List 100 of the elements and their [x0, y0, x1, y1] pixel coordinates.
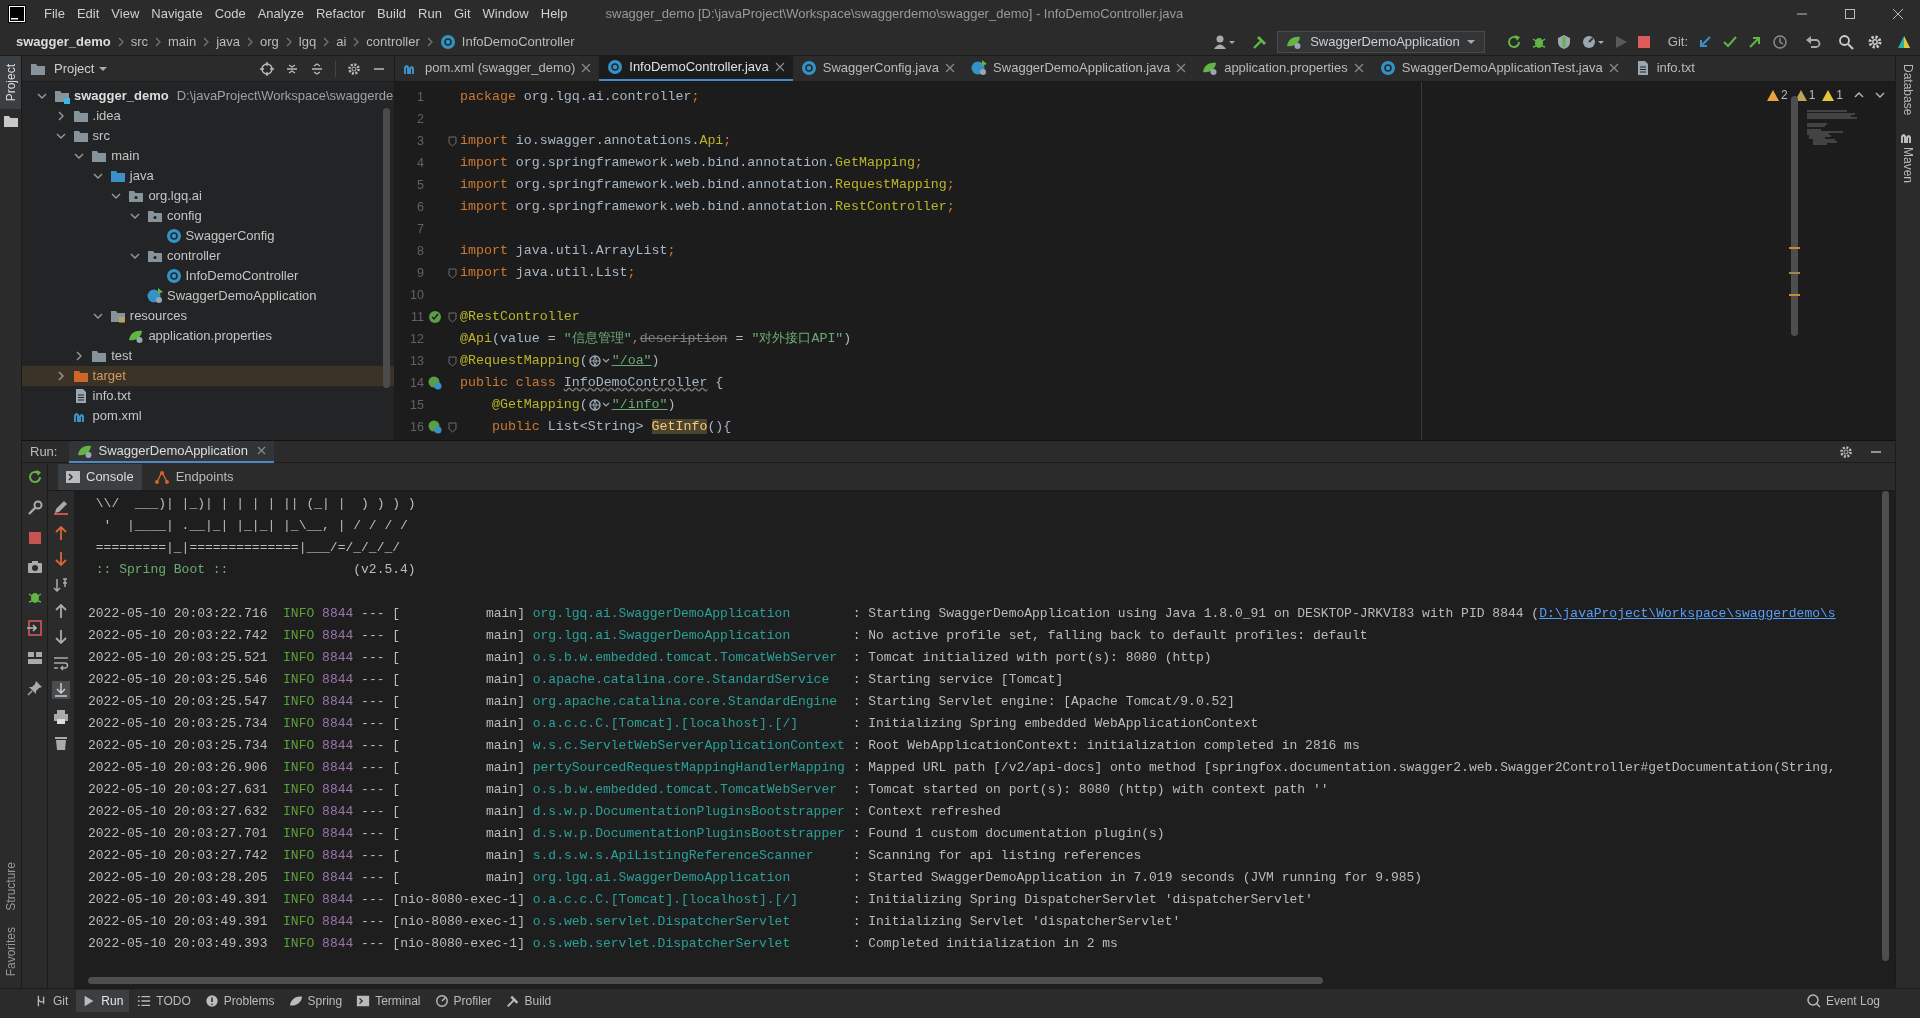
- fold-marker-icon[interactable]: [447, 267, 457, 279]
- scrollbar[interactable]: [383, 108, 390, 388]
- tree-row[interactable]: config: [22, 206, 394, 226]
- breadcrumb[interactable]: InfoDemoController: [461, 31, 575, 52]
- breadcrumb[interactable]: main: [168, 31, 197, 52]
- print-icon[interactable]: [53, 709, 69, 725]
- scrollbar[interactable]: [1791, 96, 1798, 336]
- tree-row[interactable]: src: [22, 126, 394, 146]
- layout-icon[interactable]: [26, 651, 43, 665]
- tool-window-tab[interactable]: Structure: [0, 853, 21, 919]
- menu-item[interactable]: Analyze: [251, 4, 310, 24]
- stop-icon[interactable]: [1636, 34, 1651, 49]
- down-arrow-icon[interactable]: [54, 551, 68, 567]
- scroll-to-end-icon[interactable]: [52, 681, 70, 699]
- warning-counter[interactable]: 1: [1822, 86, 1843, 104]
- menu-item[interactable]: Window: [476, 4, 535, 24]
- up-arrow-icon[interactable]: [54, 603, 68, 619]
- up-arrow-icon[interactable]: [54, 525, 68, 541]
- undo-icon[interactable]: [1805, 33, 1821, 50]
- tool-window-tab[interactable]: Database: [1899, 64, 1917, 116]
- bean-gutter-icon[interactable]: [428, 310, 442, 324]
- tree-row[interactable]: main: [22, 146, 394, 166]
- sort-icon[interactable]: [53, 577, 69, 593]
- tree-row[interactable]: .idea: [22, 106, 394, 126]
- fold-marker-icon[interactable]: [447, 355, 457, 367]
- close-icon[interactable]: [581, 63, 592, 73]
- maximize-icon[interactable]: [1844, 8, 1856, 20]
- folder-icon[interactable]: [2, 113, 19, 130]
- tree-row[interactable]: SwaggerConfig: [22, 226, 394, 246]
- down-chevron-icon[interactable]: [1875, 90, 1885, 100]
- fold-marker-icon[interactable]: [447, 311, 457, 323]
- profiler-icon[interactable]: [1580, 33, 1605, 50]
- trash-icon[interactable]: [54, 735, 68, 751]
- globe-dropdown-icon[interactable]: [588, 398, 611, 412]
- settings-icon[interactable]: [347, 61, 361, 76]
- run-tab[interactable]: SwaggerDemoApplication: [69, 440, 275, 463]
- tool-window-button[interactable]: TODO: [131, 989, 197, 1012]
- tool-window-button[interactable]: Spring: [282, 989, 349, 1012]
- menu-item[interactable]: Build: [371, 4, 412, 24]
- pencil-icon[interactable]: [53, 499, 69, 515]
- camera-icon[interactable]: [26, 560, 43, 574]
- tree-row[interactable]: info.txt: [22, 386, 394, 406]
- rerun-icon[interactable]: [26, 469, 43, 485]
- exit-icon[interactable]: [26, 620, 43, 636]
- close-icon[interactable]: [1608, 63, 1619, 73]
- tree-row[interactable]: test: [22, 346, 394, 366]
- breadcrumb[interactable]: ai: [336, 31, 347, 52]
- project-view-dropdown[interactable]: Project: [54, 58, 109, 79]
- up-chevron-icon[interactable]: [1854, 90, 1864, 100]
- menu-item[interactable]: Code: [208, 4, 252, 24]
- tool-window-button[interactable]: Git: [28, 989, 75, 1012]
- editor-tab[interactable]: InfoDemoController.java: [599, 55, 793, 81]
- editor-tab[interactable]: pom.xml (swagger_demo): [395, 55, 600, 81]
- stop-icon[interactable]: [27, 531, 42, 545]
- fold-marker-icon[interactable]: [447, 421, 457, 433]
- close-icon[interactable]: [1176, 63, 1187, 73]
- expand-all-icon[interactable]: [310, 61, 324, 76]
- editor-tab[interactable]: info.txt: [1626, 55, 1703, 81]
- fold-marker-icon[interactable]: [447, 135, 457, 147]
- menu-item[interactable]: File: [38, 4, 71, 24]
- rerun-icon[interactable]: [1505, 33, 1522, 50]
- breadcrumb[interactable]: src: [130, 31, 148, 52]
- tool-window-button[interactable]: Problems: [198, 989, 281, 1012]
- breadcrumb[interactable]: org: [260, 31, 279, 52]
- tool-window-tab[interactable]: Maven: [1899, 147, 1917, 184]
- close-icon[interactable]: [1892, 8, 1904, 20]
- down-arrow-icon[interactable]: [54, 629, 68, 645]
- tool-window-tab[interactable]: Favorites: [0, 918, 21, 984]
- tool-window-button[interactable]: Profiler: [428, 989, 498, 1012]
- menu-item[interactable]: Run: [412, 4, 448, 24]
- wrench-icon[interactable]: [26, 500, 43, 516]
- tool-window-button[interactable]: Terminal: [350, 989, 427, 1012]
- close-icon[interactable]: [257, 446, 267, 455]
- tree-row[interactable]: pom.xml: [22, 406, 394, 426]
- tool-window-tab[interactable]: Project: [0, 56, 21, 110]
- tree-row[interactable]: org.lgq.ai: [22, 186, 394, 206]
- settings-icon[interactable]: [1867, 33, 1883, 50]
- history-clock-icon[interactable]: [1772, 33, 1788, 50]
- editor-tab[interactable]: SwaggerConfig.java: [792, 55, 964, 81]
- close-icon[interactable]: [1353, 63, 1364, 73]
- tree-row[interactable]: java: [22, 166, 394, 186]
- tree-row[interactable]: controller: [22, 246, 394, 266]
- tree-row[interactable]: swagger_demo D:\javaProject\Workspace\swaggerde: [22, 86, 394, 106]
- tree-row[interactable]: application.properties: [22, 326, 394, 346]
- pin-icon[interactable]: [26, 680, 43, 696]
- user-icon[interactable]: [1213, 33, 1236, 50]
- web-bean-gutter-icon[interactable]: [428, 376, 442, 390]
- tool-window-button[interactable]: Build: [499, 989, 558, 1012]
- warning-counter[interactable]: 2: [1766, 86, 1788, 104]
- breadcrumb[interactable]: lgq: [298, 31, 317, 52]
- editor-tab[interactable]: SwaggerDemoApplication.java: [963, 55, 1195, 81]
- breadcrumb[interactable]: controller: [366, 31, 420, 52]
- tree-row[interactable]: InfoDemoController: [22, 266, 394, 286]
- menu-item[interactable]: Git: [447, 4, 477, 24]
- menu-item[interactable]: View: [105, 4, 146, 24]
- settings-icon[interactable]: [1839, 444, 1853, 459]
- soft-wrap-icon[interactable]: [53, 655, 69, 671]
- close-icon[interactable]: [945, 63, 956, 73]
- coverage-icon[interactable]: [1555, 33, 1572, 50]
- search-icon[interactable]: [1838, 33, 1854, 50]
